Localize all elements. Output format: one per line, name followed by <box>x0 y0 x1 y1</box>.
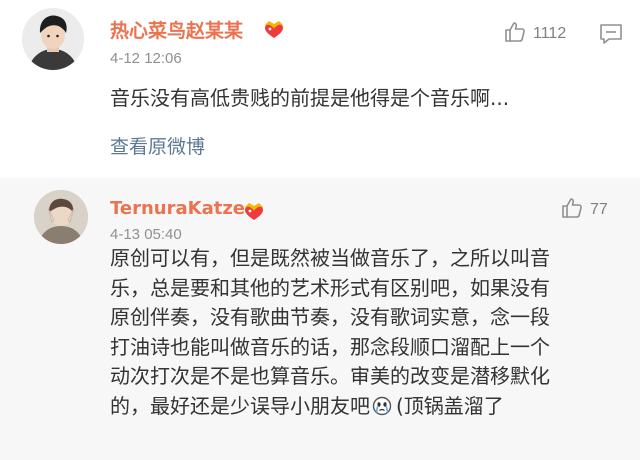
comment-text-line: 打油诗也能叫做音乐的话，那念段顺口溜配上一个 <box>110 334 550 359</box>
like-count: 1112 <box>533 25 567 42</box>
comment-item: 热心菜鸟赵某某 4-12 12:06 1112 音乐没有高低贵贱的前提是他得是个… <box>0 0 640 178</box>
thumbs-up-icon <box>503 20 527 48</box>
like-button[interactable]: 1112 <box>503 20 566 48</box>
thumbs-up-icon <box>560 196 584 224</box>
comment-text: 音乐没有高低贵贱的前提是他得是个音乐啊... <box>110 86 510 110</box>
comment-text: 原创可以有，但是既然被当做音乐了，之所以叫音 乐，总是要和其他的艺术形式有区别吧… <box>110 244 622 421</box>
vip-crown-heart-icon <box>243 199 265 221</box>
avatar[interactable] <box>34 190 88 244</box>
avatar[interactable] <box>22 8 84 70</box>
comment-text-line: 原创伴奏，没有歌曲节奏，没有歌词实意，念一段 <box>110 305 550 329</box>
comment-text-line: 乐，总是要和其他的艺术形式有区别吧，如果没有 <box>110 275 550 300</box>
like-button[interactable]: 77 <box>560 196 608 224</box>
comment-text-segment: 的，最好还是少误导小朋友吧 <box>110 393 370 418</box>
comment-text-line: 动次打次是不是也算音乐。审美的改变是潜移默化 <box>110 364 550 388</box>
comment-time: 4-12 12:06 <box>110 50 182 67</box>
comment-text-segment: (顶锅盖溜了 <box>396 393 504 418</box>
crying-face-icon <box>372 395 392 415</box>
like-count: 77 <box>590 201 608 218</box>
username[interactable]: 热心菜鸟赵某某 <box>110 16 243 43</box>
comment-time: 4-13 05:40 <box>110 226 182 243</box>
vip-crown-heart-icon <box>263 17 285 39</box>
username[interactable]: TernuraKatze <box>110 198 245 219</box>
comment-text-line: 的，最好还是少误导小朋友吧 (顶锅盖溜了 <box>110 392 622 422</box>
comment-reply-icon[interactable] <box>598 22 624 46</box>
comment-item: TernuraKatze 4-13 05:40 77 原创可以有，但是既然被当做… <box>0 178 640 460</box>
view-original-link[interactable]: 查看原微博 <box>110 132 205 159</box>
comment-text-line: 原创可以有，但是既然被当做音乐了，之所以叫音 <box>110 246 550 270</box>
